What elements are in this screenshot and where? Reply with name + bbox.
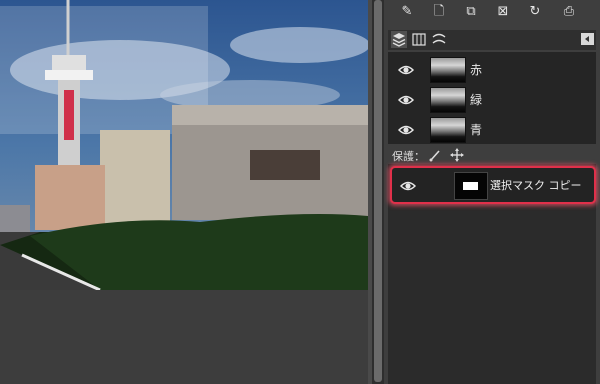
- duplicate-icon[interactable]: ⧉: [462, 3, 480, 21]
- refresh-icon[interactable]: ↻: [526, 3, 544, 21]
- channel-list: 赤 緑 青: [388, 52, 596, 144]
- channel-row-red[interactable]: 赤: [388, 54, 596, 84]
- lock-label: 保護：: [392, 150, 425, 163]
- channel-row-selection-mask-copy[interactable]: 選択マスク コピー: [390, 166, 596, 204]
- eye-icon[interactable]: [397, 92, 415, 106]
- channel-label: 青: [470, 123, 483, 137]
- delete-icon[interactable]: ⊠: [494, 3, 512, 21]
- channel-thumbnail: [430, 117, 466, 143]
- layers-icon[interactable]: [391, 31, 407, 48]
- canvas-vertical-scrollbar[interactable]: [372, 0, 384, 384]
- city-photo: [0, 0, 368, 290]
- paths-icon[interactable]: [431, 31, 447, 48]
- channel-label: 緑: [470, 93, 483, 107]
- channel-label: 赤: [470, 63, 483, 77]
- channels-icon[interactable]: [411, 31, 427, 48]
- saved-channel-list: 選択マスク コピー: [388, 164, 596, 384]
- lock-pixels-icon[interactable]: [428, 148, 442, 165]
- image-canvas-area[interactable]: [0, 0, 368, 384]
- channel-row-blue[interactable]: 青: [388, 114, 596, 144]
- channel-thumbnail: [430, 57, 466, 83]
- panel-menu-arrow-icon[interactable]: [581, 33, 594, 45]
- dock-tabs: [388, 30, 596, 50]
- eye-icon[interactable]: [399, 178, 417, 192]
- panel-toolbar: ✎ 🗋 ⧉ ⊠ ↻ ⎙: [384, 0, 600, 24]
- channels-panel: ✎ 🗋 ⧉ ⊠ ↻ ⎙ 赤 緑 青 保護： 選択マスク コピー: [384, 0, 600, 384]
- eye-icon[interactable]: [397, 62, 415, 76]
- channel-thumbnail: [430, 87, 466, 113]
- mask-channel-label: 選択マスク コピー: [490, 179, 582, 192]
- lock-position-icon[interactable]: [450, 148, 464, 165]
- new-document-icon[interactable]: 🗋: [430, 3, 448, 21]
- canvas-image[interactable]: [0, 0, 368, 290]
- mask-thumbnail: [454, 172, 488, 200]
- scrollbar-thumb[interactable]: [374, 0, 382, 382]
- new-layer-icon[interactable]: ✎: [398, 3, 416, 21]
- save-icon[interactable]: ⎙: [560, 3, 578, 21]
- panel-grip[interactable]: [480, 23, 504, 38]
- eye-icon[interactable]: [397, 122, 415, 136]
- channel-row-green[interactable]: 緑: [388, 84, 596, 114]
